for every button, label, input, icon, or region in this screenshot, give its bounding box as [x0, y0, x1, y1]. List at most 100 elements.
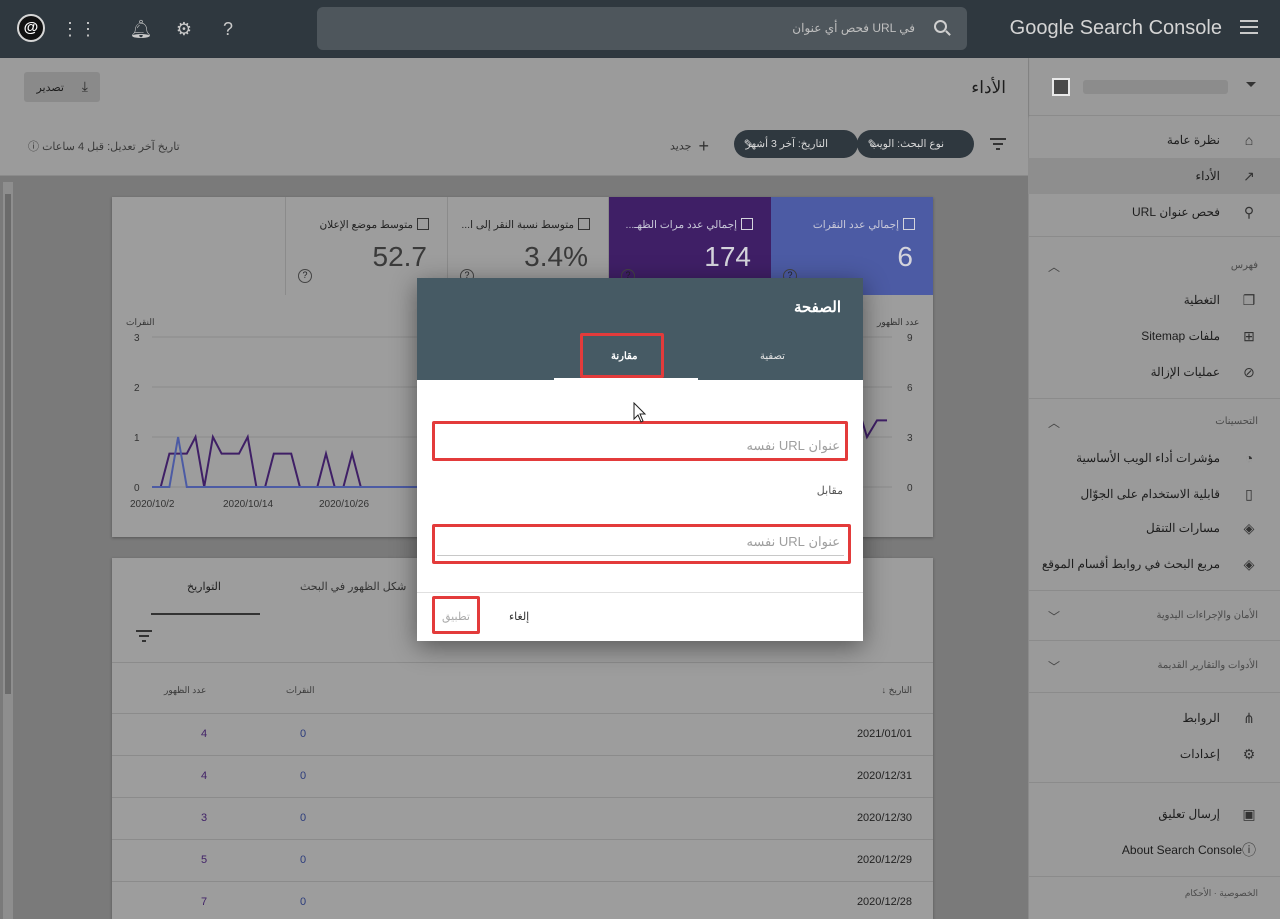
- footer-links[interactable]: الخصوصية · الأحكام: [1185, 888, 1258, 899]
- sidebar-item-label: نظرة عامة: [1166, 133, 1220, 147]
- tab-search-appearance[interactable]: شكل الظهور في البحث: [300, 580, 406, 593]
- sidebar-item-coverage[interactable]: ❐ التغطية: [1028, 282, 1280, 318]
- sidebar-item-core-web-vitals[interactable]: ◔ مؤشرات أداء الويب الأساسية: [1028, 440, 1280, 476]
- url-inspect-search[interactable]: فحص أي عنوان URL في: [317, 7, 967, 50]
- metric-label: إجمالي عدد مرات الظهـ...: [626, 218, 753, 231]
- cell-date: 2020/12/29: [856, 854, 912, 866]
- metric-value: 6: [897, 241, 913, 272]
- sidebar-item-label: فحص عنوان URL: [1132, 205, 1220, 219]
- chevron-down-icon: [1246, 82, 1256, 87]
- layers-icon: ◈: [1243, 556, 1255, 572]
- chip-search-type[interactable]: نوع البحث: الويب ✎: [857, 130, 974, 158]
- scrollbar[interactable]: [3, 182, 13, 919]
- eye-off-icon: ⊘: [1243, 364, 1255, 380]
- home-icon: ⌂: [1244, 132, 1254, 148]
- filter-icon[interactable]: [990, 138, 1006, 150]
- metric-label: متوسط نسبة النقر إلى ا...: [461, 218, 590, 231]
- sidebar-item-label: ملفات Sitemap: [1141, 329, 1220, 343]
- tab-dates[interactable]: التواريخ: [187, 580, 221, 593]
- table-row[interactable]: 2020/12/31 0 4: [112, 756, 933, 798]
- sidebar-item-sitemaps[interactable]: ⊞ ملفات Sitemap: [1028, 318, 1280, 354]
- sidebar-item-sitelinks-searchbox[interactable]: ◈ مربع البحث في روابط أقسام الموقع: [1028, 546, 1280, 582]
- sidebar-item-settings[interactable]: ⚙ إعدادات: [1028, 736, 1280, 772]
- network-icon: ⋔: [1243, 710, 1255, 726]
- y-left-tick-label: 0: [134, 483, 140, 494]
- menu-icon[interactable]: [1240, 20, 1258, 34]
- table-filter-icon[interactable]: [136, 630, 152, 642]
- sidebar-item-label: قابلية الاستخدام على الجوّال: [1080, 487, 1220, 501]
- help-icon[interactable]: ?: [216, 17, 240, 41]
- cell-date: 2020/12/30: [856, 812, 912, 824]
- y-left-axis-title: النقرات: [126, 317, 154, 328]
- bell-icon[interactable]: 🔔︎: [129, 17, 153, 41]
- divider: [1028, 876, 1280, 877]
- section-legacy[interactable]: الأدوات والتقارير القديمة ﹀: [1028, 654, 1280, 678]
- section-enhancements[interactable]: التحسينات ︿: [1028, 410, 1280, 434]
- scrollbar-thumb[interactable]: [5, 194, 11, 694]
- sidebar-item-breadcrumbs[interactable]: ◈ مسارات التنقل: [1028, 510, 1280, 546]
- table-row[interactable]: 2020/12/29 0 5: [112, 840, 933, 882]
- sidebar-item-removals[interactable]: ⊘ عمليات الإزالة: [1028, 354, 1280, 390]
- x-tick-label: 2020/10/14: [223, 499, 273, 510]
- page-title: الأداء: [971, 78, 1006, 97]
- divider: [1028, 692, 1280, 693]
- sidebar-item-overview[interactable]: ⌂ نظرة عامة: [1028, 122, 1280, 158]
- metric-value: 3.4%: [524, 241, 588, 272]
- x-tick-label: 2020/10/2: [130, 499, 175, 510]
- export-label: تصدير: [36, 82, 64, 94]
- col-impressions-header[interactable]: عدد الظهور: [164, 685, 206, 696]
- search-icon: ⚲: [1243, 204, 1255, 220]
- sidebar-item-feedback[interactable]: ▣ إرسال تعليق: [1028, 796, 1280, 832]
- chip-date-range[interactable]: التاريخ: آخر 3 أشهر ✎: [733, 130, 858, 158]
- highlight-box-compare-tab: [580, 333, 664, 378]
- copy-icon: ❐: [1242, 292, 1256, 308]
- apps-grid-icon[interactable]: ⋮⋮: [61, 17, 97, 41]
- y-right-tick-label: 9: [907, 333, 913, 344]
- chip-label: نوع البحث: الويب: [869, 138, 944, 150]
- active-tab-indicator: [554, 378, 698, 380]
- divider: [1028, 782, 1280, 783]
- new-filter-button[interactable]: جديد +: [670, 136, 709, 157]
- cancel-button[interactable]: إلغاء: [509, 610, 529, 623]
- table-row[interactable]: 2020/12/30 0 3: [112, 798, 933, 840]
- y-left-tick-label: 3: [134, 333, 140, 344]
- table-row[interactable]: 2021/01/01 0 4: [112, 714, 933, 756]
- sidebar-item-label: About Search Console: [1121, 843, 1242, 857]
- series-impressions-line: [152, 433, 457, 488]
- page-filter-dialog: الصفحة تصفية مقارنة مقابل إلغاء تطبيق: [417, 278, 863, 641]
- property-selector[interactable]: [1029, 58, 1280, 116]
- metric-value: 174: [704, 241, 751, 272]
- cell-impressions: 7: [201, 896, 208, 908]
- section-label: الأمان والإجراءات اليدوية: [1156, 610, 1258, 621]
- dialog-header: الصفحة تصفية مقارنة: [417, 278, 863, 380]
- metric-value: 52.7: [372, 241, 428, 272]
- sidebar-item-label: مؤشرات أداء الويب الأساسية: [1076, 451, 1220, 465]
- help-icon[interactable]: ?: [298, 269, 312, 283]
- sidebar-item-mobile-usability[interactable]: ▯ قابلية الاستخدام على الجوّال: [1028, 476, 1280, 512]
- sidebar-item-performance[interactable]: ↗ الأداء: [1028, 158, 1280, 194]
- export-button[interactable]: ⤓ تصدير: [24, 72, 100, 102]
- section-index[interactable]: فهرس ︿: [1028, 254, 1280, 278]
- section-security[interactable]: الأمان والإجراءات اليدوية ﹀: [1028, 604, 1280, 628]
- table-row[interactable]: 2020/12/28 0 7: [112, 882, 933, 919]
- section-label: فهرس: [1230, 260, 1258, 271]
- cell-impressions: 3: [201, 812, 208, 824]
- metric-label-text: متوسط موضع الإعلان: [319, 219, 413, 231]
- sitemap-icon: ⊞: [1243, 328, 1255, 344]
- account-avatar[interactable]: @: [17, 14, 45, 42]
- highlight-box-field-2: [432, 524, 851, 564]
- sidebar-item-links[interactable]: ⋔ الروابط: [1028, 700, 1280, 736]
- manage-users-icon[interactable]: ⚙: [172, 17, 196, 41]
- y-left-tick-label: 2: [134, 383, 140, 394]
- cell-impressions: 4: [201, 770, 208, 782]
- search-placeholder: فحص أي عنوان URL في: [792, 21, 915, 35]
- edit-icon: ✎: [743, 137, 754, 151]
- sidebar-item-url-inspection[interactable]: ⚲ فحص عنوان URL: [1028, 194, 1280, 230]
- tab-filter[interactable]: تصفية: [760, 351, 785, 362]
- col-clicks-header[interactable]: النقرات: [286, 685, 314, 696]
- chevron-down-icon: ﹀: [1048, 660, 1061, 674]
- col-date-header[interactable]: ↓ التاريخ: [882, 685, 912, 696]
- top-app-bar: @ ⋮⋮ 🔔︎ ⚙ ? فحص أي عنوان URL في Google S…: [0, 0, 1280, 58]
- sidebar-item-about[interactable]: ⓘ About Search Console: [1028, 832, 1280, 868]
- sidebar-item-label: التغطية: [1183, 293, 1220, 307]
